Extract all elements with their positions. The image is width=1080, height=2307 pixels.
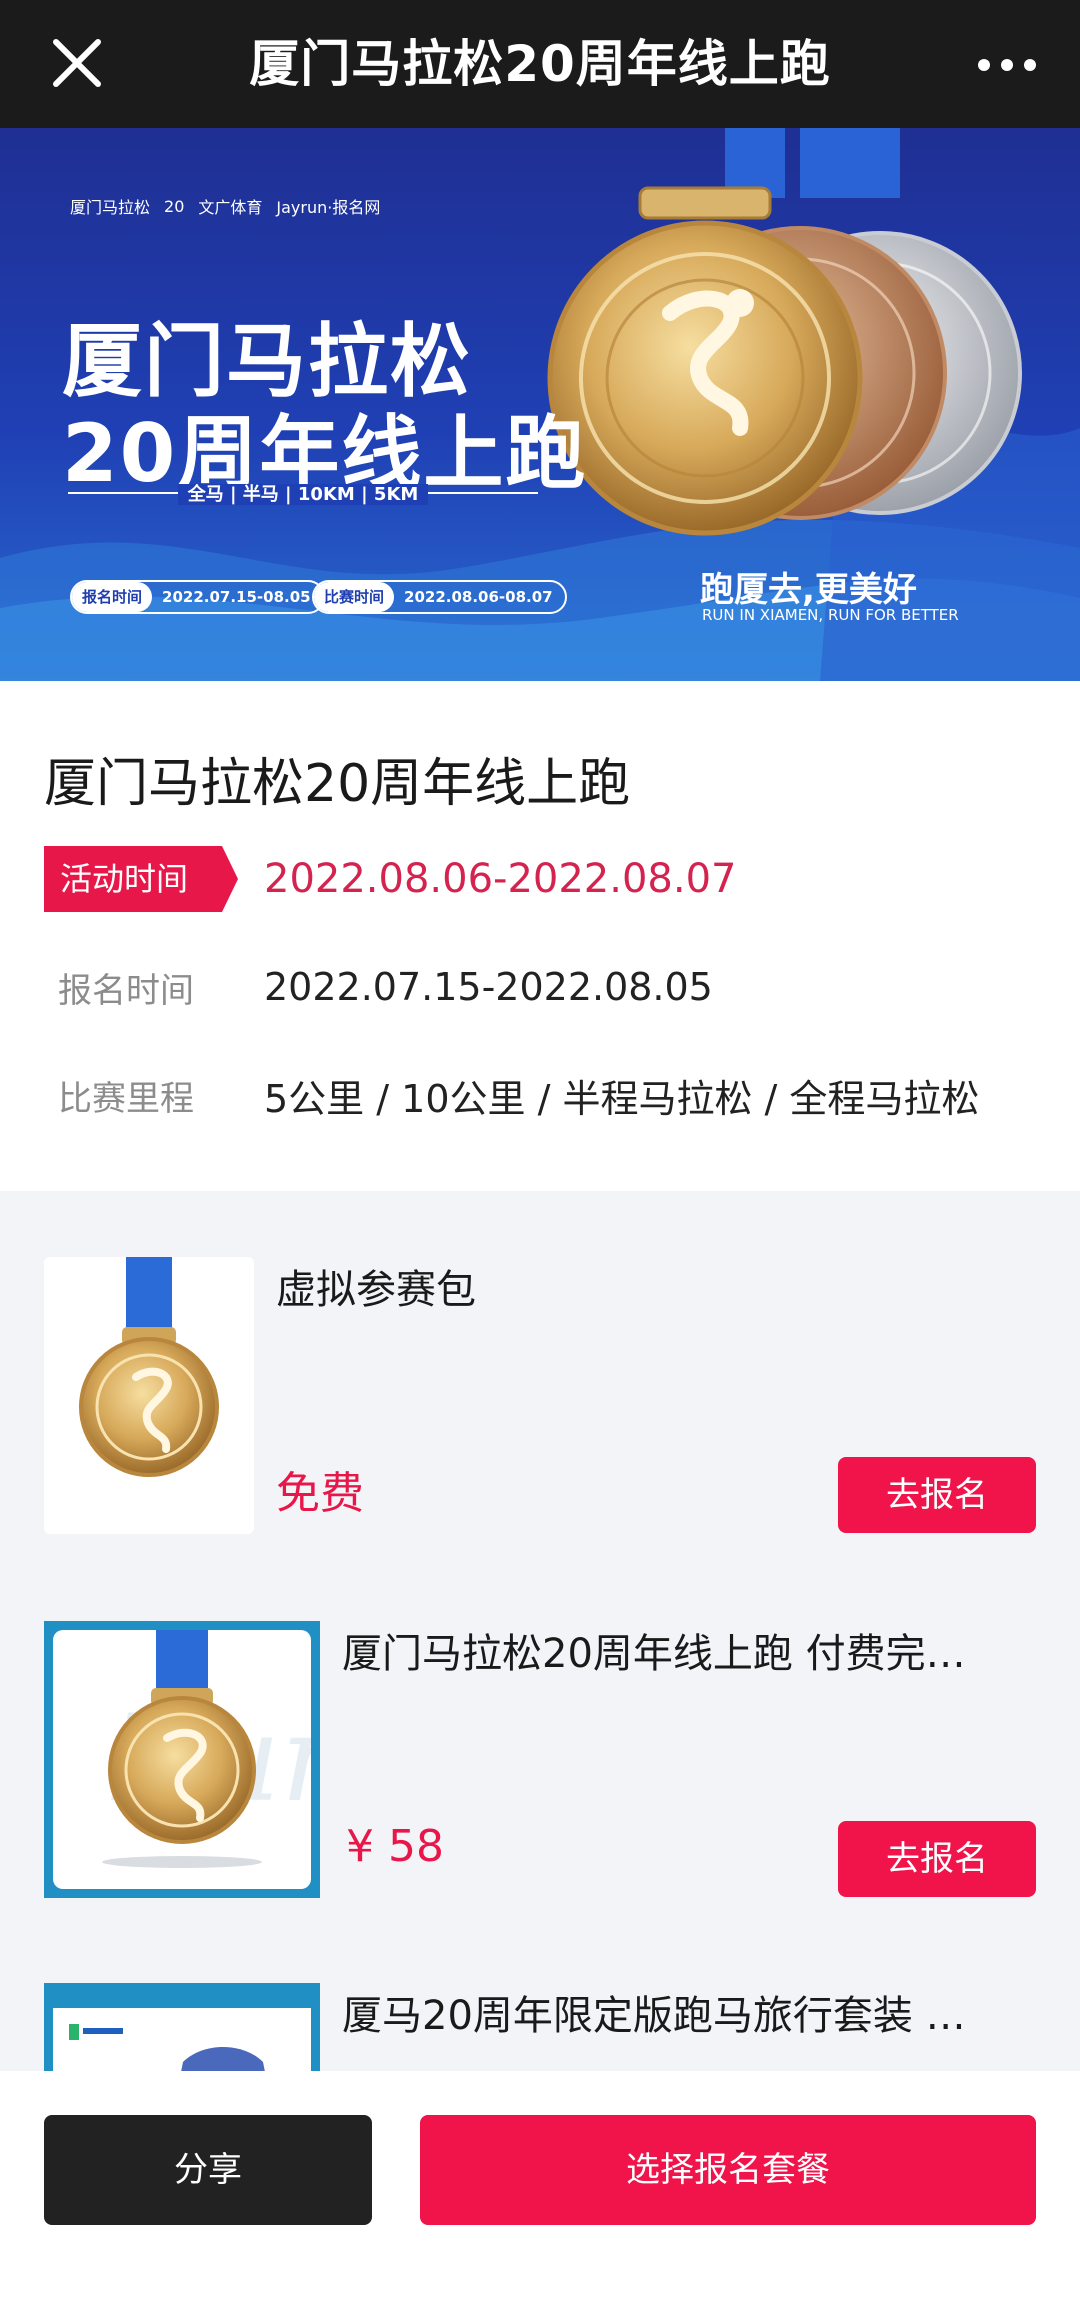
banner-race-tag: 比赛时间 xyxy=(314,582,395,612)
banner-slogan-en: RUN IN XIAMEN, RUN FOR BETTER xyxy=(702,606,959,624)
registration-time-row: 报名时间 2022.07.15-2022.08.05 xyxy=(44,954,713,1020)
package-thumbnail xyxy=(44,1983,320,2071)
page-title: 厦门马拉松20周年线上跑 xyxy=(249,35,831,93)
event-info-section: 厦门马拉松20周年线上跑 活动时间 2022.08.06-2022.08.07 … xyxy=(0,681,1080,1191)
package-name: 厦门马拉松20周年线上跑 付费完… xyxy=(342,1631,966,1677)
activity-time-row: 活动时间 2022.08.06-2022.08.07 xyxy=(44,846,736,912)
banner-distances-text: 全马 | 半马 | 10KM | 5KM xyxy=(177,484,429,505)
top-nav-bar: 厦门马拉松20周年线上跑 xyxy=(0,0,1080,128)
bottom-action-bar: 分享 选择报名套餐 xyxy=(0,2071,1080,2307)
package-item[interactable]: 虚拟参赛包 免费 去报名 xyxy=(44,1257,1036,1534)
package-name: 厦马20周年限定版跑马旅行套装 … xyxy=(342,1993,966,2039)
package-list: 虚拟参赛包 免费 去报名 Run 厦门马拉松20周年线上跑 付费完… ¥ 58 … xyxy=(0,1191,1080,2071)
banner-registration-tag: 报名时间 xyxy=(72,582,153,612)
logo-jayrun: Jayrun·报名网 xyxy=(276,198,381,217)
package-item[interactable]: 厦马20周年限定版跑马旅行套装 … xyxy=(44,1983,1036,2071)
register-button[interactable]: 去报名 xyxy=(838,1457,1036,1533)
banner-registration-pill: 报名时间 2022.07.15-08.05 xyxy=(70,580,325,614)
distance-value: 5公里 / 10公里 / 半程马拉松 / 全程马拉松 xyxy=(264,1076,980,1121)
choose-package-button[interactable]: 选择报名套餐 xyxy=(420,2115,1036,2225)
banner-race-pill: 比赛时间 2022.08.06-08.07 xyxy=(312,580,567,614)
logo-20-years: 20 xyxy=(164,196,185,216)
medal-image: Run xyxy=(53,1630,320,1889)
share-button[interactable]: 分享 xyxy=(44,2115,372,2225)
package-name: 虚拟参赛包 xyxy=(276,1267,476,1313)
banner-registration-value: 2022.07.15-08.05 xyxy=(162,588,311,606)
medal-image xyxy=(79,1257,219,1477)
event-title: 厦门马拉松20周年线上跑 xyxy=(44,754,631,814)
event-banner: 厦门马拉松 20 文广体育 Jayrun·报名网 厦门马拉松 20周年线上跑 全… xyxy=(0,128,1080,681)
banner-headline-line1: 厦门马拉松 xyxy=(62,315,472,408)
activity-time-tag: 活动时间 xyxy=(44,846,238,912)
logo-wenguang-sports: 文广体育 xyxy=(198,198,263,217)
registration-time-value: 2022.07.15-2022.08.05 xyxy=(264,965,713,1009)
distance-label: 比赛里程 xyxy=(58,1078,194,1119)
package-item[interactable]: Run 厦门马拉松20周年线上跑 付费完… ¥ 58 去报名 xyxy=(44,1621,1036,1898)
banner-slogan: 跑厦去,更美好 xyxy=(700,570,917,610)
register-button[interactable]: 去报名 xyxy=(838,1821,1036,1897)
more-dots-icon[interactable] xyxy=(972,40,1042,90)
logo-xiamen-marathon: 厦门马拉松 xyxy=(70,198,151,217)
registration-time-label: 报名时间 xyxy=(58,970,194,1011)
banner-headline: 厦门马拉松 20周年线上跑 xyxy=(62,316,587,500)
distance-row: 比赛里程 5公里 / 10公里 / 半程马拉松 / 全程马拉松 xyxy=(44,1062,979,1128)
package-price: ¥ 58 xyxy=(346,1821,444,1872)
close-icon[interactable] xyxy=(44,30,110,96)
banner-race-value: 2022.08.06-08.07 xyxy=(404,588,553,606)
activity-time-value: 2022.08.06-2022.08.07 xyxy=(264,856,737,902)
package-price: 免费 xyxy=(276,1468,364,1519)
sponsor-logos: 厦门马拉松 20 文广体育 Jayrun·报名网 xyxy=(70,194,380,218)
travel-kit-image xyxy=(53,1992,311,2071)
package-thumbnail: Run xyxy=(44,1621,320,1898)
package-thumbnail xyxy=(44,1257,254,1534)
